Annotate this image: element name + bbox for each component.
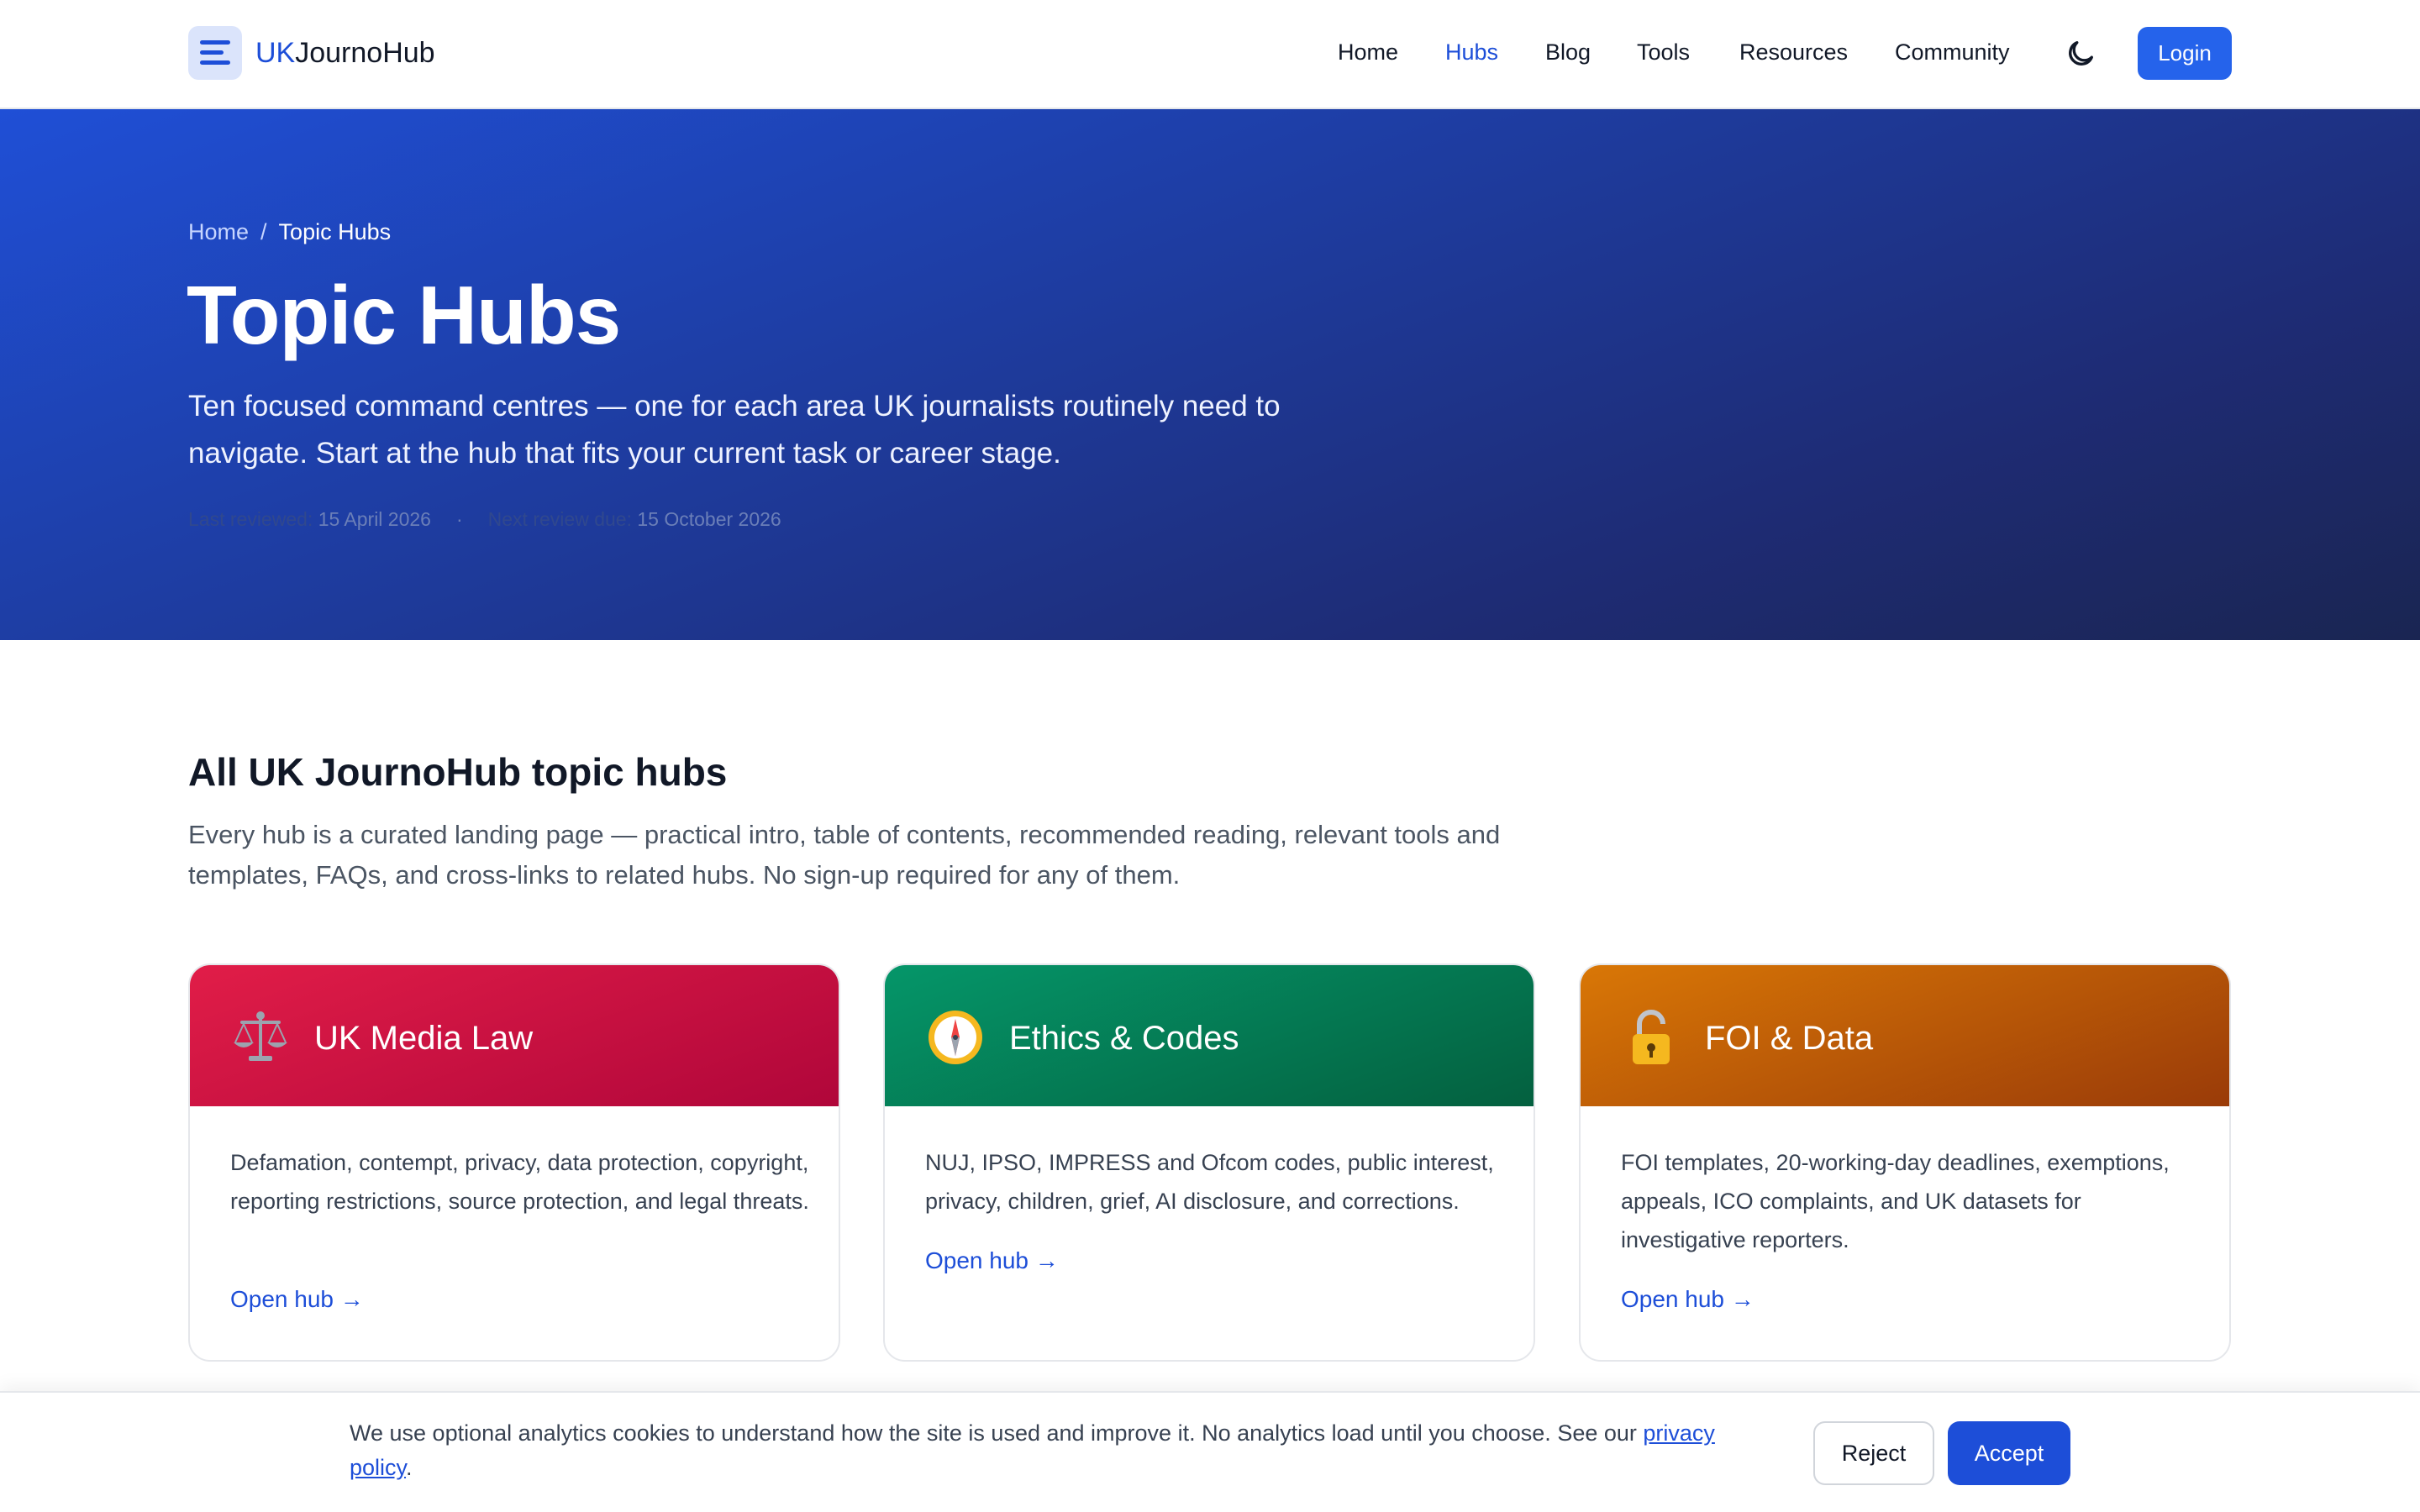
card-title: Ethics & Codes — [1009, 1020, 1239, 1057]
card-title: FOI & Data — [1705, 1020, 1874, 1057]
open-hub-link[interactable]: Open hub → — [230, 1284, 364, 1315]
menu-bar — [200, 50, 224, 55]
nav-hubs[interactable]: Hubs — [1445, 37, 1498, 67]
nav-tools[interactable]: Tools — [1637, 37, 1690, 67]
moon-icon[interactable] — [2064, 37, 2097, 71]
hero-banner: Home / Topic Hubs Topic Hubs Ten focused c… — [0, 109, 2420, 640]
nav-resources[interactable]: Resources — [1739, 37, 1848, 67]
scales-icon — [230, 1007, 291, 1068]
cookie-text: We use optional analytics cookies to und… — [350, 1420, 1644, 1446]
card-description: Defamation, contempt, privacy, data prot… — [230, 1150, 809, 1214]
reviewed-label: Last reviewed: — [188, 508, 313, 530]
card-description: FOI templates, 20-working-day deadlines,… — [1621, 1150, 2170, 1252]
login-button[interactable]: Login — [2138, 27, 2232, 80]
accept-cookies-button[interactable]: Accept — [1948, 1421, 2070, 1485]
page-title: Topic Hubs — [187, 269, 621, 361]
brand-accent: UK — [255, 37, 296, 69]
menu-bar — [200, 40, 230, 45]
reviewed-date: 15 April 2026 — [318, 508, 431, 530]
breadcrumb-current: Topic Hubs — [278, 219, 392, 244]
cookie-banner: We use optional analytics cookies to und… — [0, 1391, 2420, 1512]
nav-community[interactable]: Community — [1895, 37, 2010, 67]
card-header: Ethics & Codes — [885, 965, 1534, 1106]
site-logo[interactable]: UKJournoHub — [255, 35, 435, 71]
nav-blog[interactable]: Blog — [1545, 37, 1591, 67]
breadcrumb-separator: / — [260, 219, 267, 244]
card-title: UK Media Law — [314, 1020, 534, 1057]
page-subtitle: Ten focused command centres — one for ea… — [188, 390, 1281, 470]
cookie-suffix: . — [406, 1455, 413, 1480]
hub-card-media-law[interactable]: UK Media Law Defamation, contempt, priva… — [188, 963, 840, 1362]
compass-icon — [925, 1007, 986, 1068]
reject-cookies-button[interactable]: Reject — [1813, 1421, 1934, 1485]
open-hub-link[interactable]: Open hub → — [1621, 1284, 1754, 1315]
brand-rest: JournoHub — [295, 37, 435, 69]
hamburger-icon[interactable] — [188, 26, 242, 80]
next-review-label: Next review due: — [487, 508, 632, 530]
breadcrumb-home[interactable]: Home — [188, 219, 249, 244]
cookie-message: We use optional analytics cookies to und… — [350, 1416, 1778, 1485]
section-title: All UK JournoHub topic hubs — [188, 750, 728, 794]
card-header: UK Media Law — [190, 965, 839, 1106]
menu-bar — [200, 60, 230, 65]
review-meta: Last reviewed: 15 April 2026 · Next review… — [188, 506, 781, 533]
meta-separator: · — [455, 508, 463, 530]
nav-home[interactable]: Home — [1338, 37, 1398, 67]
card-header: FOI & Data — [1581, 965, 2229, 1106]
next-review-date: 15 October 2026 — [637, 508, 781, 530]
hub-card-ethics[interactable]: Ethics & Codes NUJ, IPSO, IMPRESS and Of… — [883, 963, 1535, 1362]
padlock-icon — [1621, 1007, 1681, 1068]
site-header: UKJournoHub Home Hubs Blog Tools Resourc… — [0, 0, 2420, 109]
card-description: NUJ, IPSO, IMPRESS and Ofcom codes, publ… — [925, 1150, 1494, 1214]
section-description: Every hub is a curated landing page — pr… — [188, 820, 1501, 890]
open-hub-link[interactable]: Open hub → — [925, 1246, 1059, 1276]
breadcrumb: Home / Topic Hubs — [188, 217, 391, 247]
hub-card-foi[interactable]: FOI & Data FOI templates, 20-working-day… — [1579, 963, 2231, 1362]
